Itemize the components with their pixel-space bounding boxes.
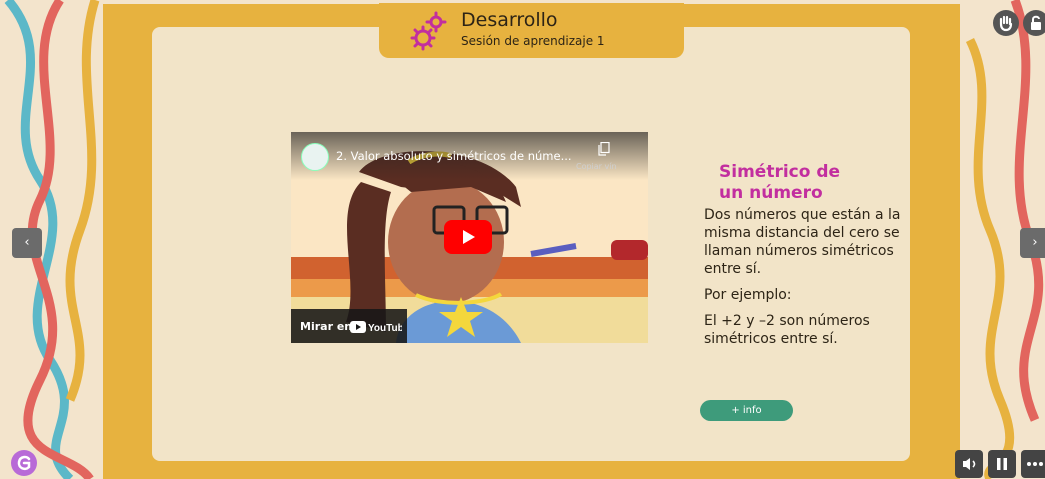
example-intro: Por ejemplo: [704,287,792,303]
embedded-video[interactable]: 2. Valor absoluto y simétricos de núme..… [291,132,648,343]
volume-button[interactable] [955,450,983,478]
genially-logo-icon[interactable] [11,450,37,476]
watch-on-label: Mirar en [300,320,353,333]
g-letter-icon [17,455,31,471]
definition-paragraph: Dos números que están a la misma distanc… [704,207,901,277]
youtube-wordmark: YouTube [368,323,402,333]
previous-slide-button[interactable]: ‹ [12,228,42,258]
more-options-button[interactable] [1021,450,1045,478]
copy-link-icon[interactable] [598,142,610,156]
hand-icon [999,15,1013,32]
slide-viewer: Desarrollo Sesión de aprendizaje 1 2. Va… [0,0,1045,479]
copy-link-label: Copiar vín [576,162,617,171]
video-title-link[interactable]: 2. Valor absoluto y simétricos de núme..… [336,149,581,163]
concept-description: Dos números que están a la misma distanc… [704,206,914,356]
play-button[interactable] [444,220,492,254]
hand-tool-button[interactable] [993,10,1019,36]
section-subtitle: Sesión de aprendizaje 1 [461,34,605,48]
example-paragraph: El +2 y –2 son números simétricos entre … [704,313,870,347]
concept-title: Simétrico de un número [719,162,841,203]
lock-button[interactable] [1023,10,1045,36]
watch-on-youtube-button[interactable]: Mirar en YouTube [291,309,407,343]
section-title: Desarrollo [461,9,558,31]
pause-icon [997,458,1007,470]
more-info-button[interactable]: + info [700,400,793,421]
gears-icon [410,11,447,51]
next-slide-button[interactable]: › [1020,228,1045,258]
volume-icon [963,458,976,470]
play-icon [463,230,475,244]
lock-icon [1031,15,1041,30]
youtube-logo-icon: YouTube [350,321,402,333]
more-icon [1027,462,1043,466]
pause-button[interactable] [988,450,1016,478]
channel-logo-icon[interactable] [301,143,329,171]
